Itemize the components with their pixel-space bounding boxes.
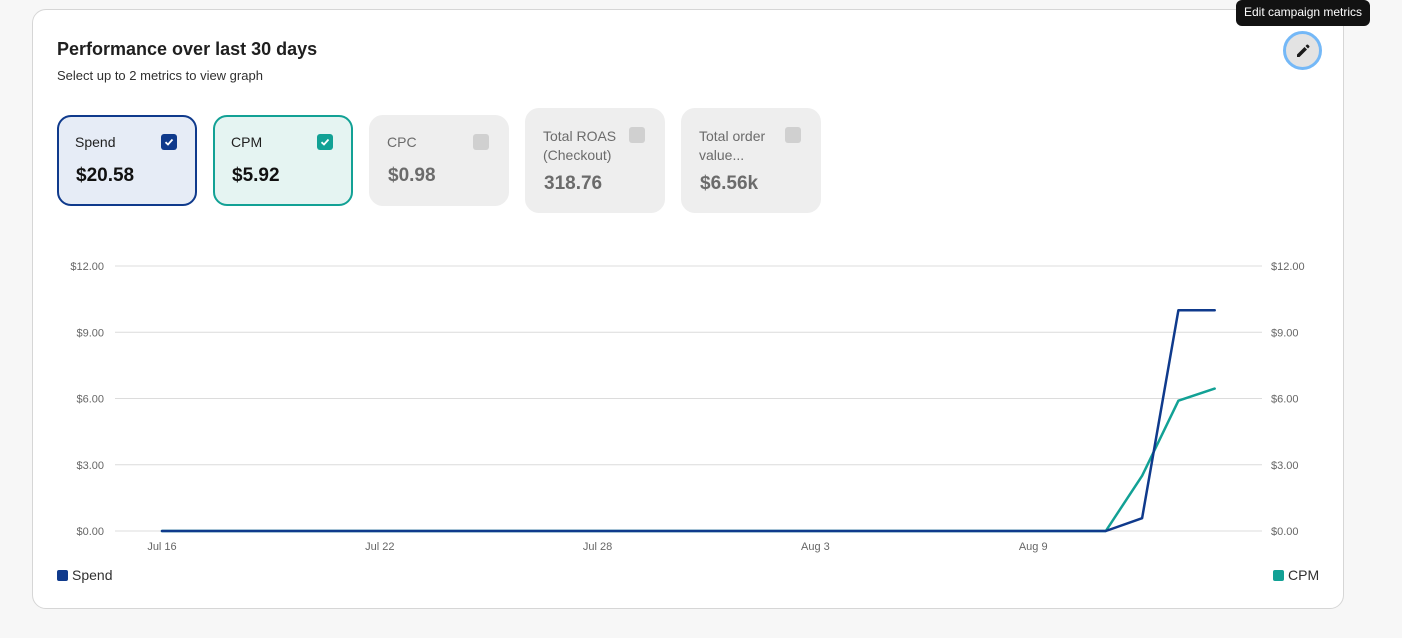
y-tick-label-right: $6.00 xyxy=(1271,394,1299,406)
series-line-spend xyxy=(160,308,1216,533)
legend-item-spend[interactable]: Spend xyxy=(57,567,112,583)
legend-item-cpm[interactable]: CPM xyxy=(1273,567,1319,583)
x-tick-label: Jul 22 xyxy=(365,541,394,553)
x-tick-label: Aug 3 xyxy=(801,541,830,553)
y-tick-label-right: $0.00 xyxy=(1271,526,1299,538)
y-tick-label-right: $12.00 xyxy=(1271,261,1305,273)
legend-label-cpm: CPM xyxy=(1288,567,1320,583)
legend-label-spend: Spend xyxy=(72,567,113,583)
legend-swatch-spend xyxy=(57,569,68,581)
performance-line-chart: $0.00 $0.00 $3.00 $3.00 $6.00 $6.00 $9.00 $9.00… xyxy=(70,261,1305,553)
y-tick-label-left: $3.00 xyxy=(76,460,104,472)
y-tick-label-right: $3.00 xyxy=(1271,460,1299,472)
series-line-cpm xyxy=(160,387,1216,533)
y-tick-label-right: $9.00 xyxy=(1271,327,1299,339)
x-tick-label: Aug 9 xyxy=(1019,541,1048,553)
x-tick-label: Jul 16 xyxy=(147,541,176,553)
y-tick-label-left: $0.00 xyxy=(76,526,104,538)
y-tick-label-left: $6.00 xyxy=(76,394,104,406)
y-tick-label-left: $12.00 xyxy=(70,261,104,273)
x-tick-label: Jul 28 xyxy=(583,541,612,553)
legend-swatch-cpm xyxy=(1273,569,1284,581)
y-tick-label-left: $9.00 xyxy=(76,327,104,339)
